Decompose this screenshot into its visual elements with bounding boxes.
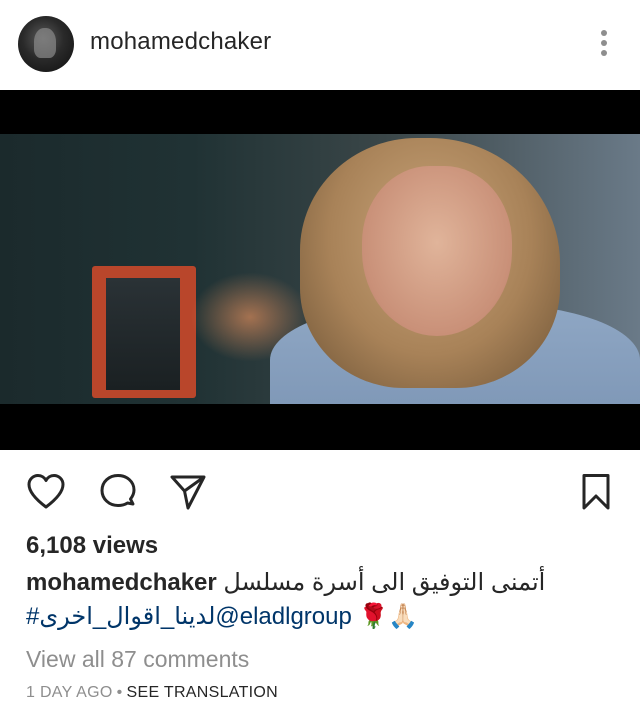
caption-line-1: mohamedchaker أتمنى التوفيق الى أسرة مسل…: [26, 566, 616, 600]
post-username[interactable]: mohamedchaker: [90, 28, 271, 56]
post-video[interactable]: [0, 90, 640, 450]
view-count[interactable]: 6,108 views: [26, 532, 158, 560]
meta-separator: •: [116, 684, 123, 701]
send-icon[interactable]: [168, 472, 208, 512]
time-ago: 1 DAY AGO: [26, 684, 113, 701]
post-header: mohamedchaker: [0, 0, 640, 90]
bookmark-icon[interactable]: [576, 472, 616, 512]
see-translation-link[interactable]: SEE TRANSLATION: [127, 684, 279, 701]
post-meta: 1 DAY AGO • SEE TRANSLATION: [26, 684, 278, 702]
caption-username[interactable]: mohamedchaker: [26, 569, 217, 596]
heart-icon[interactable]: [26, 472, 66, 512]
profile-avatar[interactable]: [18, 16, 74, 72]
avatar-figure: [34, 28, 56, 58]
post-caption: mohamedchaker أتمنى التوفيق الى أسرة مسل…: [26, 566, 616, 634]
more-options-icon[interactable]: [600, 30, 608, 62]
video-picture-frame: [92, 266, 196, 398]
caption-text: أتمنى التوفيق الى أسرة مسلسل: [223, 569, 546, 596]
caption-hashtags[interactable]: #لدينا_اقوال_اخرى@eladlgroup 🌹🙏🏻: [26, 600, 616, 634]
action-bar: [0, 450, 640, 530]
view-all-comments-link[interactable]: View all 87 comments: [26, 646, 249, 673]
video-person-face: [362, 166, 512, 336]
comment-icon[interactable]: [98, 472, 138, 512]
video-frame: [0, 134, 640, 404]
